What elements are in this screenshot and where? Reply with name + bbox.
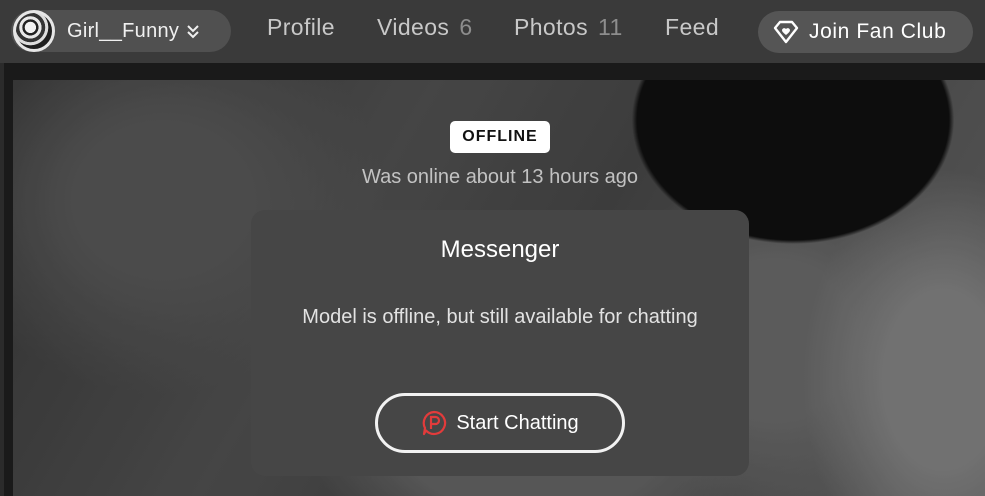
join-fan-club-label: Join Fan Club — [809, 20, 947, 43]
tab-profile[interactable]: Profile — [267, 14, 335, 41]
messenger-title: Messenger — [440, 236, 560, 263]
status-badge: OFFLINE — [450, 121, 550, 153]
start-chatting-button[interactable]: Start Chatting — [375, 393, 625, 453]
messenger-card: Messenger Model is offline, but still av… — [251, 210, 749, 476]
diamond-heart-icon — [773, 20, 799, 44]
model-switcher[interactable]: Girl__Funny — [11, 10, 231, 52]
top-navigation: Girl__Funny Profile Videos 6 Photos 11 F… — [0, 0, 985, 63]
tab-photos-label: Photos — [514, 14, 589, 40]
chevron-down-icon — [187, 25, 199, 39]
join-fan-club-button[interactable]: Join Fan Club — [758, 11, 973, 53]
tab-videos[interactable]: Videos 6 — [377, 14, 473, 41]
avatar — [13, 10, 55, 52]
tab-videos-label: Videos — [377, 14, 450, 40]
chat-p-icon — [423, 410, 447, 436]
tab-profile-label: Profile — [267, 14, 335, 40]
last-online-text: Was online about 13 hours ago — [361, 166, 639, 188]
videos-count: 6 — [459, 14, 473, 40]
photos-count: 11 — [598, 14, 623, 40]
tab-feed[interactable]: Feed — [665, 14, 719, 41]
start-chatting-label: Start Chatting — [456, 411, 579, 434]
tab-feed-label: Feed — [665, 14, 720, 40]
tab-photos[interactable]: Photos 11 — [514, 14, 623, 41]
username-label: Girl__Funny — [67, 19, 180, 42]
messenger-description: Model is offline, but still available fo… — [302, 306, 698, 328]
